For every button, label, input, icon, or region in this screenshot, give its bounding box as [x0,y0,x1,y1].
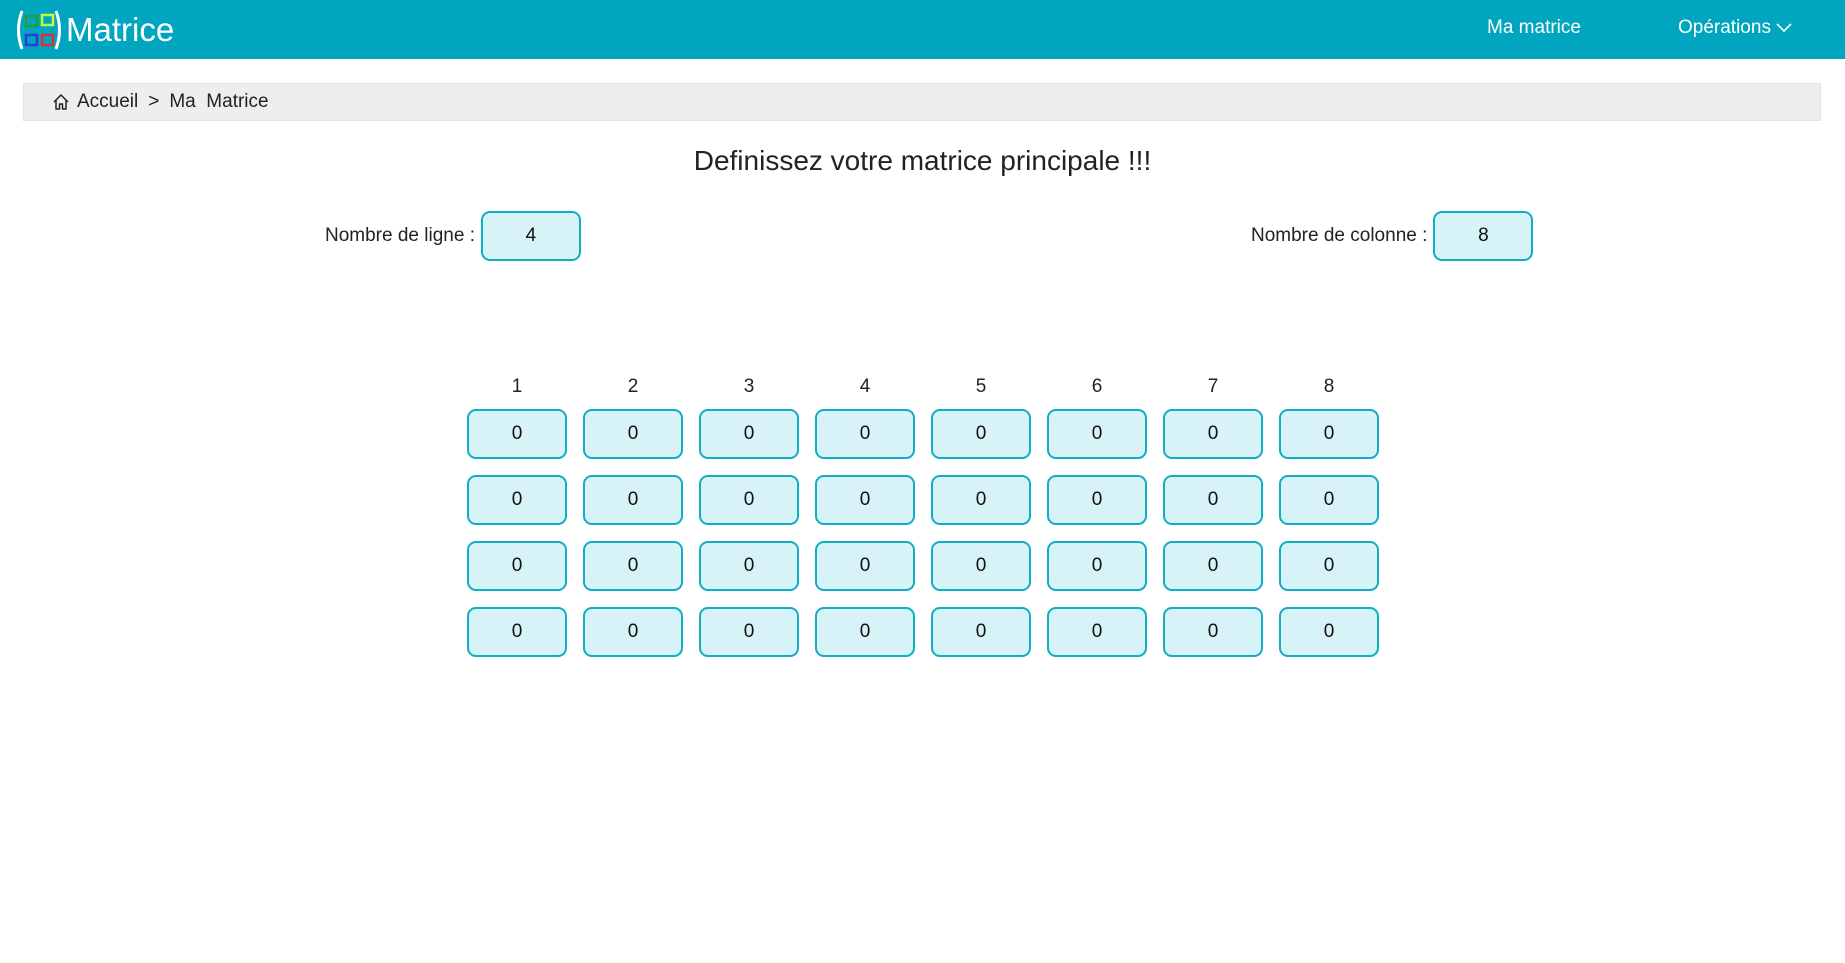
matrix-cell[interactable] [699,607,799,657]
matrix-cell[interactable] [1279,607,1379,657]
matrix-cell[interactable] [467,541,567,591]
matrix-row [467,607,1379,657]
nav-my-matrix[interactable]: Ma matrice [1487,17,1581,39]
column-header: 7 [1207,376,1219,397]
home-icon[interactable] [52,93,70,111]
matrix-cell[interactable] [1047,541,1147,591]
column-header: 5 [975,376,987,397]
rows-input[interactable] [480,211,581,261]
nav-operations-label: Opérations [1678,17,1771,38]
matrix-cell[interactable] [1047,607,1147,657]
matrix-cell[interactable] [699,409,799,459]
matrix-row [467,409,1379,459]
matrix-cell[interactable] [1163,409,1263,459]
matrix-cell[interactable] [815,475,915,525]
matrix-cell[interactable] [1047,475,1147,525]
matrix-rows [467,409,1379,657]
matrix-cell[interactable] [1279,409,1379,459]
matrix-header-row: 1 2 3 4 5 6 7 8 [467,372,1379,402]
matrix-cell[interactable] [583,409,683,459]
matrix-cell[interactable] [1163,475,1263,525]
column-header: 3 [743,376,755,397]
matrix-cell[interactable] [931,607,1031,657]
matrix-logo-icon [17,10,61,50]
matrix-cell[interactable] [815,409,915,459]
matrix-cell[interactable] [1047,409,1147,459]
rows-field-group: Nombre de ligne : [325,211,581,261]
matrix-cell[interactable] [1163,541,1263,591]
matrix-cell[interactable] [699,541,799,591]
matrix-cell[interactable] [1279,475,1379,525]
breadcrumb-home[interactable]: Accueil [77,91,138,113]
matrix-cell[interactable] [931,475,1031,525]
matrix-row [467,541,1379,591]
nav-operations-dropdown[interactable]: Opérations [1678,17,1792,39]
breadcrumb: Accueil > Ma Matrice [23,83,1821,121]
column-header: 8 [1323,376,1335,397]
matrix-cell[interactable] [583,541,683,591]
matrix-row [467,475,1379,525]
column-header: 4 [859,376,871,397]
matrix-cell[interactable] [1163,607,1263,657]
matrix-cell[interactable] [1279,541,1379,591]
matrix-cell[interactable] [931,541,1031,591]
page-title: Definissez votre matrice principale !!! [693,145,1152,176]
matrix-cell[interactable] [815,607,915,657]
matrix-cell[interactable] [931,409,1031,459]
cols-label: Nombre de colonne : [1251,225,1428,246]
matrix-cell[interactable] [467,607,567,657]
column-header: 2 [627,376,639,397]
column-header: 6 [1091,376,1103,397]
chevron-down-icon [1776,23,1792,33]
rows-label: Nombre de ligne : [325,225,475,246]
matrix-cell[interactable] [467,409,567,459]
matrix-cell[interactable] [583,607,683,657]
matrix-cell[interactable] [583,475,683,525]
cols-input[interactable] [1433,211,1534,261]
matrix-cell[interactable] [467,475,567,525]
brand-link[interactable]: Matrice [14,8,174,52]
matrix-cell[interactable] [699,475,799,525]
column-header: 1 [511,376,523,397]
matrix-grid: 1 2 3 4 5 6 7 8 [467,372,1379,657]
breadcrumb-separator: > [148,91,160,112]
matrix-cell[interactable] [815,541,915,591]
cols-field-group: Nombre de colonne : [1251,211,1534,261]
top-navbar: Matrice Ma matrice Opérations [0,0,1845,59]
breadcrumb-current: Ma Matrice [169,91,269,112]
brand-title: Matrice [66,11,175,48]
